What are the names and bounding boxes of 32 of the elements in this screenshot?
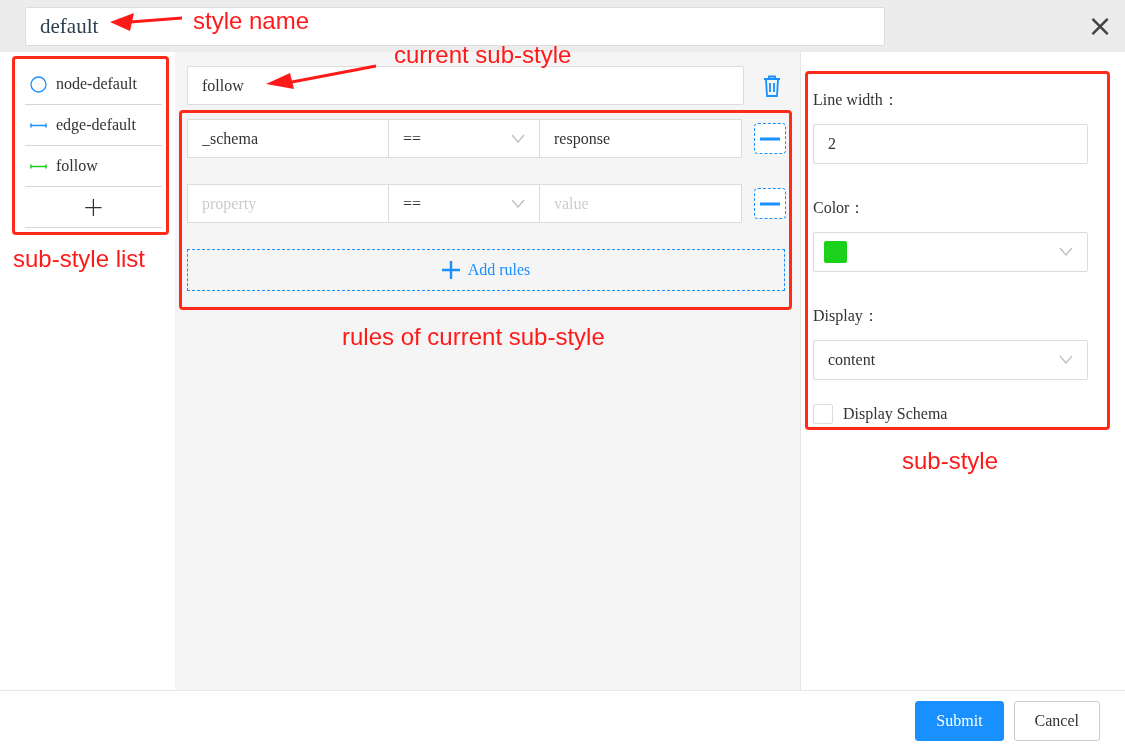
sub-style-item[interactable]: follow — [25, 146, 162, 187]
remove-rule-button[interactable] — [754, 123, 786, 154]
minus-icon — [760, 136, 780, 141]
operator-select[interactable]: == — [389, 119, 539, 158]
annotation-label: sub-style — [902, 448, 999, 475]
color-select[interactable] — [813, 232, 1088, 272]
operator-select[interactable]: == — [389, 184, 539, 223]
chevron-down-icon — [1059, 355, 1073, 365]
property-field[interactable]: _schema — [187, 119, 389, 158]
annotation-label: rules of current sub-style — [342, 324, 605, 351]
minus-icon — [760, 201, 780, 206]
annotation-label: style name — [193, 8, 310, 35]
checkbox[interactable] — [813, 404, 833, 424]
plus-icon — [441, 261, 460, 279]
checkbox-label: Display Schema — [843, 404, 948, 425]
sub-style-item[interactable]: edge-default — [25, 105, 162, 146]
field-label: Color： — [813, 198, 867, 218]
display-select[interactable]: content — [813, 340, 1088, 380]
footer-button[interactable]: Cancel — [1013, 700, 1100, 741]
chevron-down-icon — [511, 133, 525, 144]
remove-rule-button[interactable] — [754, 188, 786, 219]
trash-icon[interactable] — [763, 74, 781, 97]
value-field[interactable]: response — [539, 119, 742, 158]
sub-style-item[interactable]: node-default — [25, 64, 162, 105]
line-width-field[interactable]: 2 — [813, 124, 1088, 164]
annotation-label: sub-style list — [13, 246, 146, 273]
chevron-down-icon — [1059, 247, 1073, 257]
close-button[interactable]: × — [1075, 6, 1125, 46]
field-label: Line width： — [813, 90, 900, 110]
add-sub-style-button[interactable]: + — [25, 187, 162, 228]
chevron-down-icon — [511, 198, 525, 209]
field-label: Display： — [813, 306, 880, 327]
